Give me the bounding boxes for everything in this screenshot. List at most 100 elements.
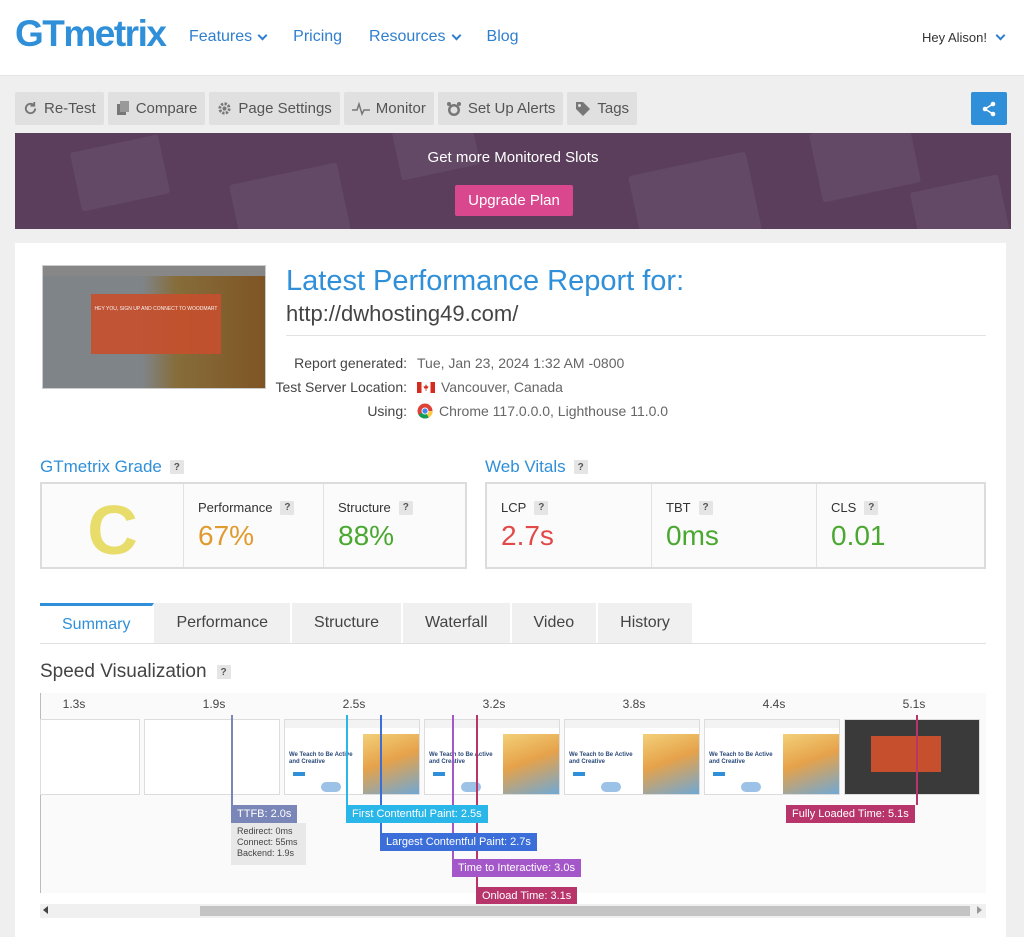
- nav-resources-label: Resources: [369, 28, 446, 45]
- share-button[interactable]: [971, 92, 1007, 125]
- help-icon[interactable]: ?: [280, 500, 295, 515]
- retest-button[interactable]: Re-Test: [15, 92, 104, 125]
- fcp-label: First Contentful Paint: 2.5s: [346, 805, 488, 823]
- onload-label: Onload Time: 3.1s: [476, 887, 578, 905]
- structure-value: 88%: [338, 520, 395, 551]
- nav-pricing[interactable]: Pricing: [293, 28, 342, 46]
- ttfb-label: TTFB: 2.0s: [231, 805, 298, 823]
- report-tabs: Summary Performance Structure Waterfall …: [40, 603, 986, 644]
- report-panel: HEY YOU, SIGN UP AND CONNECT TO WOODMART…: [15, 243, 1006, 937]
- nav-blog-label: Blog: [486, 28, 519, 45]
- help-icon[interactable]: ?: [698, 500, 713, 515]
- performance-cell: Performance ? 67%: [184, 484, 324, 567]
- retest-label: Re-Test: [44, 100, 96, 117]
- banner-decoration: [808, 133, 922, 203]
- time-label: 1.9s: [202, 697, 226, 711]
- speed-visualization-filmstrip: 1.3s 1.9s 2.5s 3.2s 3.8s 4.4s 5.1s We Te…: [40, 693, 986, 921]
- help-icon[interactable]: ?: [864, 500, 879, 515]
- alarm-icon: [446, 101, 461, 116]
- help-icon[interactable]: ?: [169, 460, 184, 474]
- tab-history[interactable]: History: [598, 603, 694, 643]
- ttfb-connect: Connect: 55ms: [237, 837, 298, 847]
- page-settings-label: Page Settings: [238, 100, 332, 117]
- filmstrip-frame-blank[interactable]: [40, 719, 140, 795]
- frame-site-header: [425, 720, 559, 728]
- user-greeting: Hey Alison!: [921, 30, 987, 45]
- filmstrip-frame[interactable]: We Teach to Be Active and Creative: [564, 719, 700, 795]
- chevron-down-icon: [995, 30, 1006, 41]
- user-menu[interactable]: Hey Alison!: [921, 30, 1006, 45]
- tags-button[interactable]: Tags: [567, 92, 638, 125]
- filmstrip-frame[interactable]: We Teach to Be Active and Creative: [424, 719, 560, 795]
- nav-pricing-label: Pricing: [293, 28, 343, 45]
- cls-label: CLS: [831, 500, 857, 515]
- nav-features-label: Features: [189, 28, 253, 45]
- speed-visualization-title: Speed Visualization: [40, 661, 207, 682]
- frame-cloud: [321, 782, 341, 792]
- frame-button: [433, 772, 445, 776]
- tab-waterfall[interactable]: Waterfall: [402, 603, 512, 643]
- scrollbar-thumb[interactable]: [200, 906, 970, 916]
- filmstrip-frame-blank[interactable]: [144, 719, 280, 795]
- help-icon[interactable]: ?: [534, 500, 549, 515]
- cls-cell: CLS ? 0.01: [817, 484, 984, 567]
- report-url[interactable]: http://dwhosting49.com/: [286, 301, 518, 327]
- frame-button: [293, 772, 305, 776]
- frame-hero-image: [643, 734, 699, 794]
- frame-headline: We Teach to Be Active and Creative: [569, 752, 633, 765]
- report-generated-value: Tue, Jan 23, 2024 1:32 AM -0800: [417, 355, 625, 371]
- web-vitals-box: LCP ? 2.7s TBT ? 0ms CLS ? 0.01: [485, 482, 986, 569]
- frame-hero-image: [363, 734, 419, 794]
- meta-value: Chrome 117.0.0.0, Lighthouse 11.0.0: [417, 403, 668, 419]
- lcp-label: LCP: [501, 500, 527, 515]
- frame-site-header: [285, 720, 419, 728]
- test-server-location-row: Test Server Location: Vancouver, Canada: [215, 379, 562, 395]
- nav-resources[interactable]: Resources: [369, 28, 461, 46]
- nav-blog[interactable]: Blog: [487, 28, 519, 46]
- time-label: 4.4s: [762, 697, 786, 711]
- tab-video[interactable]: Video: [511, 603, 599, 643]
- filmstrip-scrollbar[interactable]: [40, 904, 986, 918]
- divider: [286, 335, 986, 336]
- tti-label: Time to Interactive: 3.0s: [452, 859, 581, 877]
- structure-cell: Structure ? 88%: [324, 484, 465, 567]
- scroll-right-arrow-icon[interactable]: [977, 906, 982, 914]
- tab-structure[interactable]: Structure: [292, 603, 403, 643]
- page-settings-button[interactable]: Page Settings: [209, 92, 340, 125]
- tbt-value: 0ms: [666, 520, 719, 551]
- fully-loaded-label: Fully Loaded Time: 5.1s: [786, 805, 915, 823]
- lcp-label: Largest Contentful Paint: 2.7s: [380, 833, 537, 851]
- frame-button: [713, 772, 725, 776]
- help-icon[interactable]: ?: [573, 460, 588, 474]
- performance-label-row: Performance ?: [198, 500, 295, 515]
- chevron-down-icon: [257, 30, 268, 40]
- upgrade-plan-button[interactable]: Upgrade Plan: [455, 185, 573, 216]
- frame-headline: We Teach to Be Active and Creative: [429, 752, 493, 765]
- ttfb-marker-line: [231, 715, 233, 805]
- lcp-cell: LCP ? 2.7s: [487, 484, 652, 567]
- help-icon[interactable]: ?: [398, 500, 413, 515]
- tab-summary[interactable]: Summary: [40, 603, 155, 643]
- lcp-label-row: LCP ?: [501, 500, 549, 515]
- nav-features[interactable]: Features: [189, 28, 268, 46]
- monitor-button[interactable]: Monitor: [343, 92, 434, 125]
- set-up-alerts-button[interactable]: Set Up Alerts: [437, 92, 564, 125]
- compare-button[interactable]: Compare: [107, 92, 206, 125]
- frame-hero-image: [503, 734, 559, 794]
- thumbnail-popup: HEY YOU, SIGN UP AND CONNECT TO WOODMART: [91, 294, 221, 354]
- tab-performance[interactable]: Performance: [154, 603, 293, 643]
- filmstrip-frame-final[interactable]: [844, 719, 980, 795]
- frame-cloud: [601, 782, 621, 792]
- gtmetrix-logo[interactable]: GTmetrix: [15, 13, 167, 55]
- time-label: 3.2s: [482, 697, 506, 711]
- web-vitals-heading: Web Vitals ?: [485, 457, 588, 477]
- scroll-left-arrow-icon[interactable]: [43, 906, 48, 914]
- frame-site-header: [705, 720, 839, 728]
- performance-value: 67%: [198, 520, 255, 551]
- filmstrip-frame[interactable]: We Teach to Be Active and Creative: [704, 719, 840, 795]
- help-icon[interactable]: ?: [216, 665, 231, 679]
- filmstrip-frame[interactable]: We Teach to Be Active and Creative: [284, 719, 420, 795]
- promo-banner: Get more Monitored Slots Upgrade Plan: [15, 133, 1011, 229]
- performance-label: Performance: [198, 500, 273, 515]
- fully-loaded-marker-line: [916, 715, 918, 805]
